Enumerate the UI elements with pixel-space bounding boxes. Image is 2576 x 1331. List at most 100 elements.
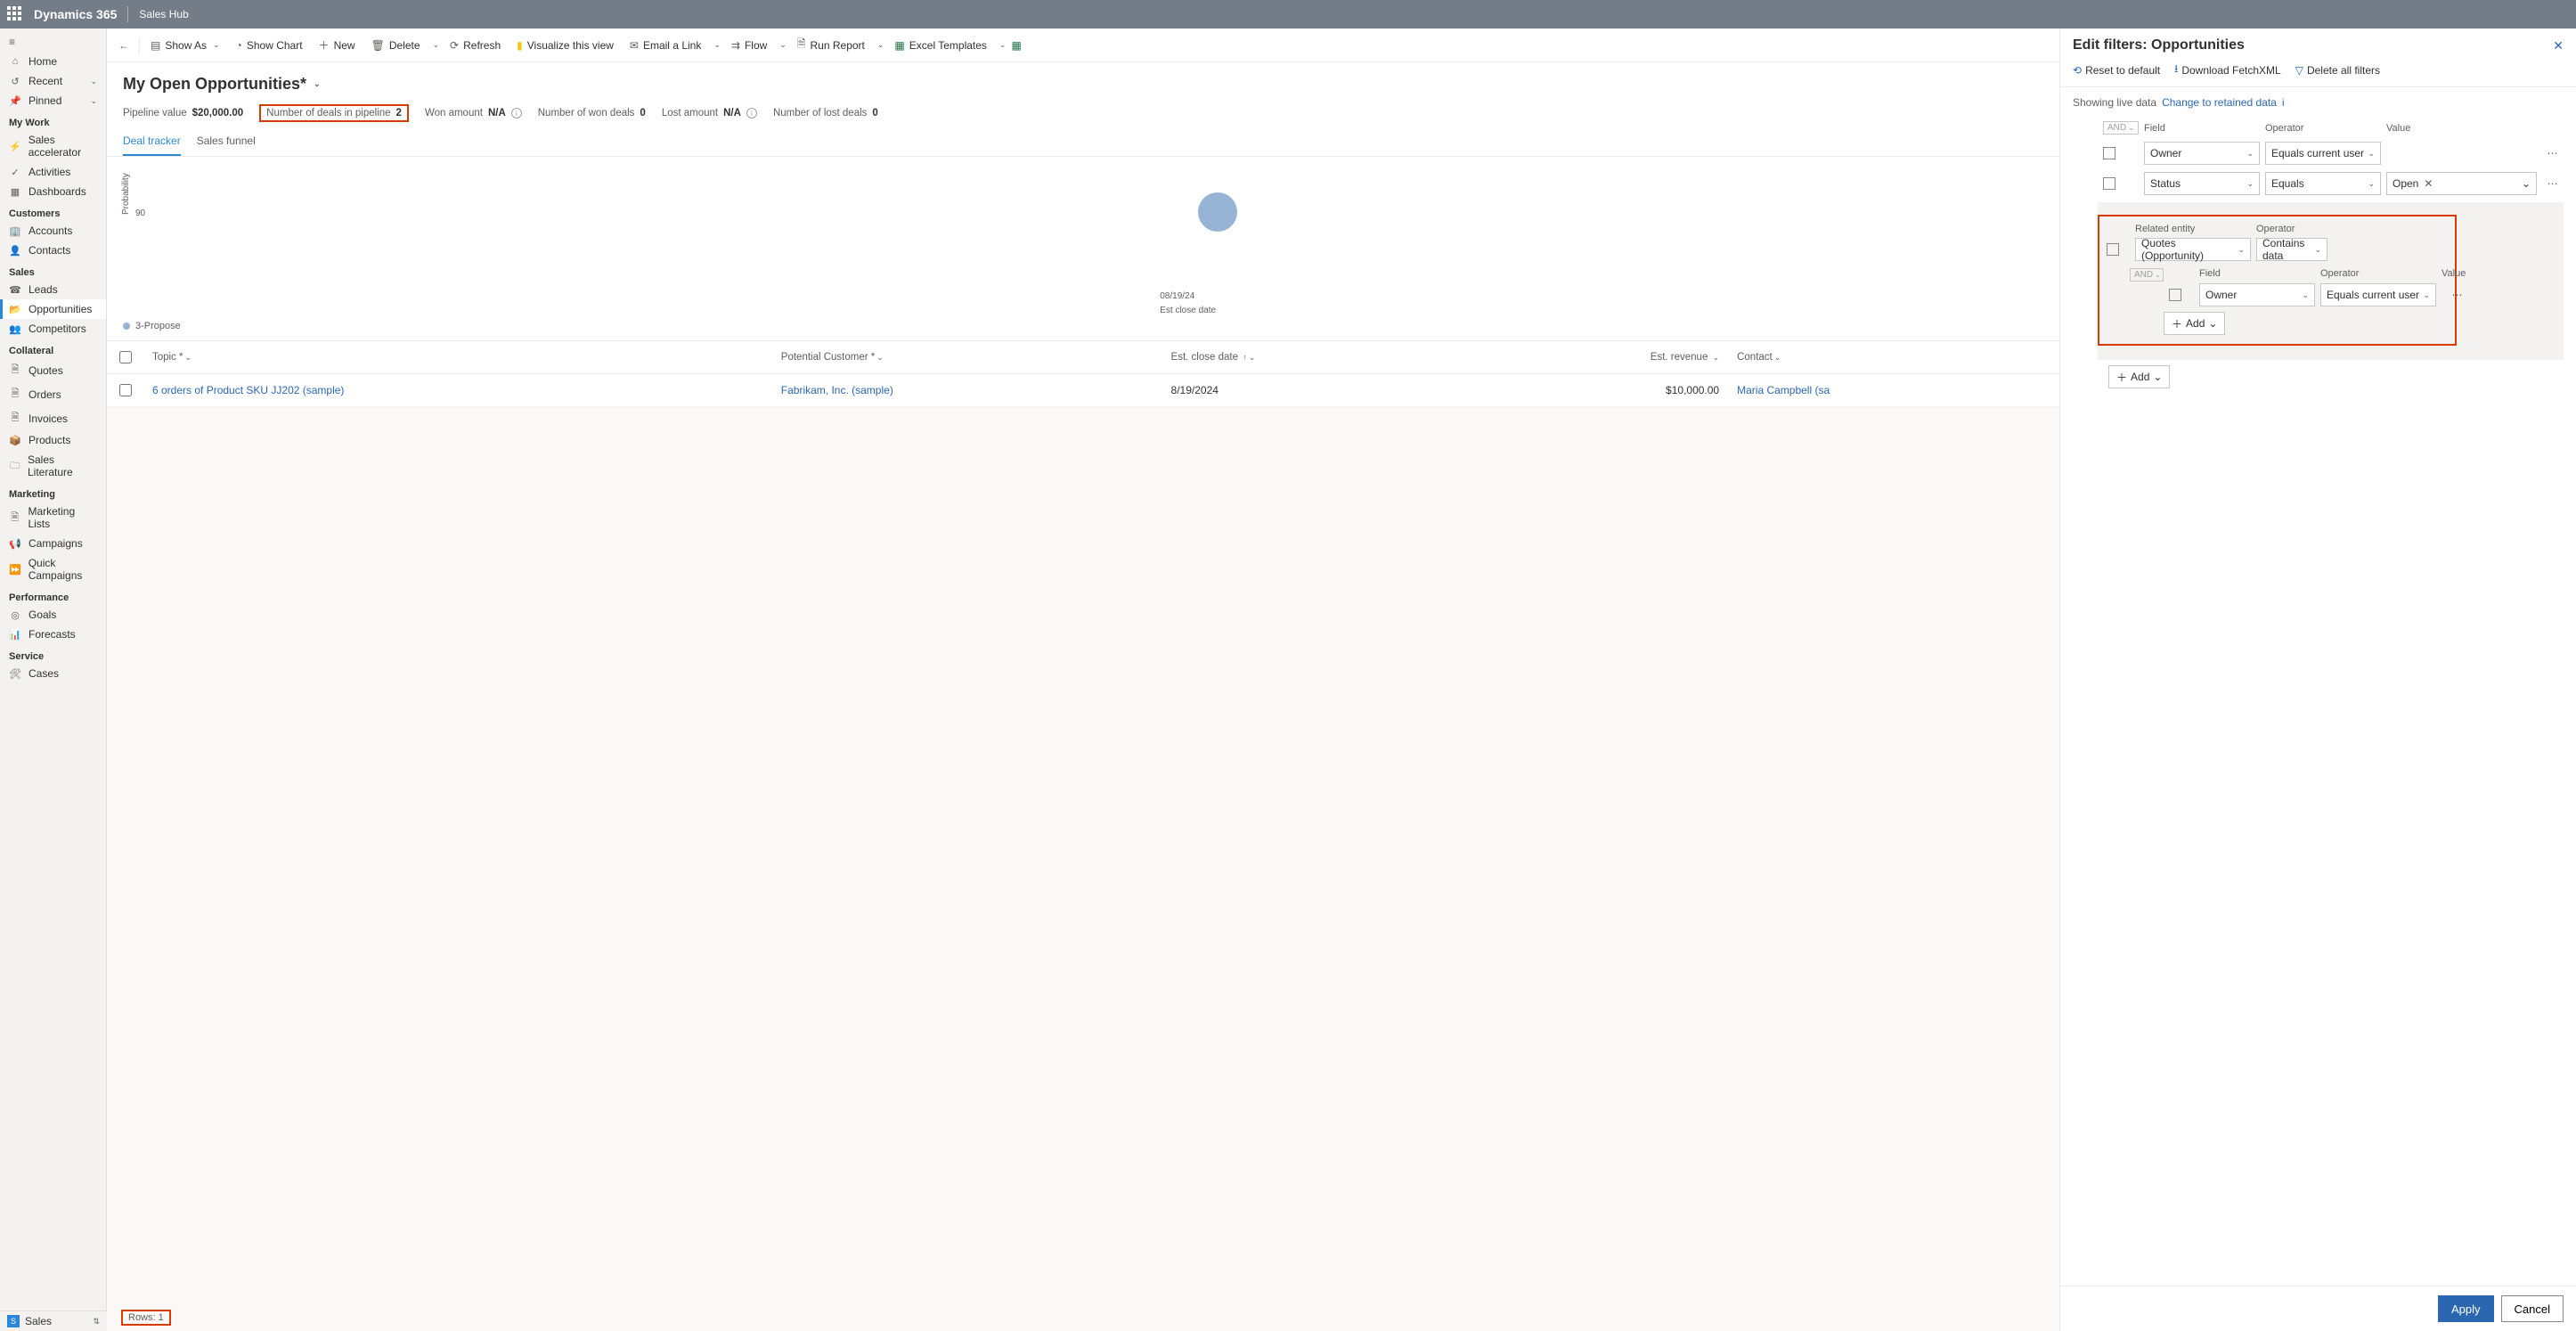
- info-icon[interactable]: i: [511, 108, 522, 118]
- remove-tag-icon[interactable]: ✕: [2424, 177, 2433, 190]
- nav-group-marketing: Marketing: [0, 482, 106, 502]
- cell-customer-link[interactable]: Fabrikam, Inc. (sample): [781, 384, 893, 396]
- chevron-down-icon[interactable]: ⌄: [999, 40, 1007, 50]
- view-selector[interactable]: My Open Opportunities* ⌄: [123, 75, 2043, 94]
- metric-pipeline-value: Pipeline value$20,000.00: [123, 108, 243, 118]
- row-more-button[interactable]: ⋯: [2542, 147, 2564, 159]
- hamburger-icon[interactable]: ≡: [0, 32, 106, 52]
- email-link-button[interactable]: ✉Email a Link: [624, 36, 706, 55]
- operator-selector[interactable]: Equals⌄: [2265, 172, 2381, 195]
- select-all-checkbox[interactable]: [107, 341, 143, 374]
- nav-activities[interactable]: ✓Activities: [0, 162, 106, 182]
- tab-sales-funnel[interactable]: Sales funnel: [197, 127, 256, 156]
- field-selector[interactable]: Owner⌄: [2144, 142, 2260, 165]
- nav-sales-accelerator[interactable]: ⚡Sales accelerator: [0, 130, 106, 162]
- show-chart-button[interactable]: ◔Show Chart: [231, 36, 308, 55]
- chevron-down-icon[interactable]: ⌄: [877, 40, 884, 50]
- area-badge: S: [7, 1315, 20, 1327]
- filter-row-checkbox[interactable]: [2103, 147, 2115, 159]
- nav-opportunities[interactable]: 📂Opportunities: [0, 299, 106, 319]
- nav-orders[interactable]: 🗎Orders: [0, 382, 106, 406]
- change-retained-link[interactable]: Change to retained data: [2162, 96, 2277, 109]
- nav-accounts[interactable]: 🏢Accounts: [0, 221, 106, 241]
- delete-all-filters-button[interactable]: ▽Delete all filters: [2295, 61, 2380, 79]
- operator-selector[interactable]: Equals current user⌄: [2265, 142, 2381, 165]
- close-icon[interactable]: ✕: [2553, 38, 2564, 53]
- reset-to-default-button[interactable]: ⟲Reset to default: [2073, 61, 2160, 79]
- area-switcher[interactable]: S Sales ⇅: [0, 1311, 107, 1331]
- delete-button[interactable]: 🗑Delete: [366, 36, 426, 55]
- info-icon[interactable]: i: [746, 108, 757, 118]
- nav-campaigns[interactable]: 📢Campaigns: [0, 534, 106, 553]
- recent-icon: ↺: [9, 76, 21, 87]
- col-close-date[interactable]: Est. close date ↑⌄: [1162, 341, 1469, 374]
- nav-label: Activities: [29, 166, 70, 178]
- info-icon[interactable]: i: [2282, 96, 2285, 109]
- download-icon: ⭳: [2174, 61, 2178, 79]
- nav-invoices[interactable]: 🗎Invoices: [0, 406, 106, 430]
- chevron-down-icon[interactable]: ⌄: [433, 40, 440, 50]
- tab-deal-tracker[interactable]: Deal tracker: [123, 127, 181, 156]
- col-topic[interactable]: Topic *⌄: [143, 341, 772, 374]
- nav-competitors[interactable]: 👥Competitors: [0, 319, 106, 339]
- field-selector[interactable]: Owner⌄: [2199, 283, 2315, 306]
- dashboard-icon: ▦: [9, 186, 21, 198]
- nav-leads[interactable]: ☎Leads: [0, 280, 106, 299]
- operator-value: Equals current user: [2327, 289, 2419, 301]
- nav-quotes[interactable]: 🗎Quotes: [0, 358, 106, 382]
- excel-templates-button[interactable]: ▦Excel Templates: [889, 36, 992, 55]
- col-revenue[interactable]: Est. revenue ⌄: [1468, 341, 1728, 374]
- chevron-down-icon[interactable]: ⌄: [713, 40, 721, 50]
- nav-quick-campaigns[interactable]: ⏩Quick Campaigns: [0, 553, 106, 585]
- run-report-button[interactable]: 🗎Run Report: [792, 32, 870, 58]
- download-fetchxml-button[interactable]: ⭳Download FetchXML: [2174, 61, 2281, 79]
- field-value: Status: [2150, 177, 2181, 190]
- show-as-button[interactable]: ▤Show As⌄: [145, 36, 225, 55]
- nav-products[interactable]: 📦Products: [0, 430, 106, 450]
- row-more-button[interactable]: ⋯: [2447, 289, 2468, 301]
- col-customer[interactable]: Potential Customer *⌄: [772, 341, 1162, 374]
- visualize-button[interactable]: ▮Visualize this view: [511, 36, 619, 55]
- value-tag-input[interactable]: Open✕⌄: [2386, 172, 2537, 195]
- filter-row-checkbox[interactable]: [2103, 177, 2115, 190]
- nav-sales-literature[interactable]: 🗀Sales Literature: [0, 450, 106, 482]
- panel-subheader: Showing live data Change to retained dat…: [2060, 87, 2576, 118]
- cancel-button[interactable]: Cancel: [2501, 1295, 2564, 1322]
- cell-topic-link[interactable]: 6 orders of Product SKU JJ202 (sample): [152, 384, 344, 396]
- col-label: Topic *: [152, 352, 183, 363]
- nav-forecasts[interactable]: 📊Forecasts: [0, 625, 106, 644]
- operator-selector[interactable]: Equals current user⌄: [2320, 283, 2436, 306]
- table-row[interactable]: 6 orders of Product SKU JJ202 (sample) F…: [107, 374, 2059, 407]
- row-more-button[interactable]: ⋯: [2542, 177, 2564, 190]
- entity-operator-selector[interactable]: Contains data⌄: [2256, 238, 2327, 261]
- nav-home[interactable]: ⌂Home: [0, 52, 106, 71]
- filter-row-checkbox[interactable]: [2107, 243, 2119, 256]
- cell-contact-link[interactable]: Maria Campbell (sa: [1737, 384, 1830, 396]
- nav-marketing-lists[interactable]: 🗎Marketing Lists: [0, 502, 106, 534]
- flow-button[interactable]: ⇉Flow: [726, 36, 772, 55]
- row-checkbox[interactable]: [107, 374, 143, 407]
- field-selector[interactable]: Status⌄: [2144, 172, 2260, 195]
- group-operator-selector[interactable]: AND⌄: [2130, 268, 2164, 282]
- group-operator-selector[interactable]: AND⌄: [2103, 121, 2139, 135]
- nav-cases[interactable]: 🛠Cases: [0, 664, 106, 683]
- nav-contacts[interactable]: 👤Contacts: [0, 241, 106, 260]
- col-contact[interactable]: Contact⌄: [1728, 341, 2059, 374]
- excel-icon[interactable]: ▦: [1011, 39, 1021, 52]
- new-button[interactable]: ＋New: [314, 34, 361, 56]
- hdr-value: Value: [2386, 123, 2537, 134]
- apply-button[interactable]: Apply: [2438, 1295, 2494, 1322]
- app-launcher-icon[interactable]: [7, 6, 23, 22]
- back-button[interactable]: ←: [114, 36, 134, 55]
- nav-goals[interactable]: ◎Goals: [0, 605, 106, 625]
- related-entity-selector[interactable]: Quotes (Opportunity)⌄: [2135, 238, 2251, 261]
- add-nested-filter-button[interactable]: ＋Add⌄: [2164, 312, 2225, 335]
- filter-row-checkbox[interactable]: [2169, 289, 2181, 301]
- chevron-down-icon[interactable]: ⌄: [779, 40, 787, 50]
- nav-recent[interactable]: ↺Recent⌄: [0, 71, 106, 91]
- nav-dashboards[interactable]: ▦Dashboards: [0, 182, 106, 201]
- nav-pinned[interactable]: 📌Pinned⌄: [0, 91, 106, 110]
- add-filter-button[interactable]: ＋Add⌄: [2108, 365, 2170, 388]
- refresh-button[interactable]: ⟳Refresh: [444, 36, 506, 55]
- chart-bubble[interactable]: [1198, 192, 1237, 232]
